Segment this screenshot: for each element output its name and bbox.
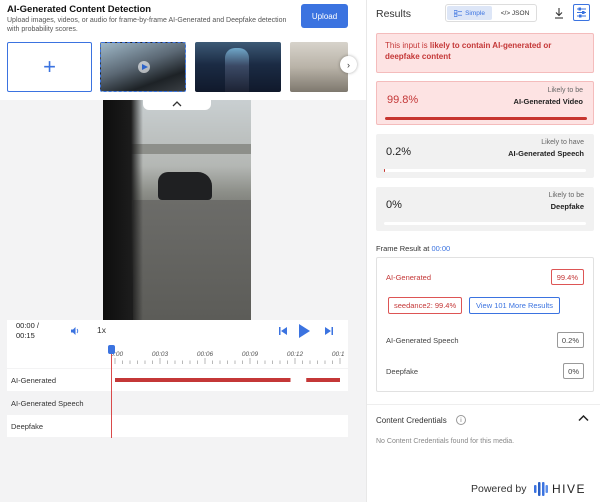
volume-icon[interactable]: [70, 326, 80, 336]
ruler-tick-label: 00:06: [197, 351, 214, 358]
score-label: AI-Generated Video: [513, 97, 583, 106]
skip-forward-icon[interactable]: [324, 326, 334, 336]
view-more-results-button[interactable]: View 101 More Results: [469, 297, 560, 314]
score-bar-fill: [385, 117, 587, 120]
score-bar: [384, 169, 586, 172]
track-label: Deepfake: [11, 422, 44, 431]
upload-section: AI-Generated Content Detection Upload im…: [0, 0, 366, 100]
track-segments[interactable]: [111, 392, 344, 414]
content-credentials-header[interactable]: Content Credentials i: [367, 404, 600, 438]
view-json-tab[interactable]: </> JSON: [493, 6, 537, 20]
download-icon[interactable]: [552, 6, 566, 20]
thumbnail-image-2[interactable]: [195, 42, 281, 92]
view-simple-tab[interactable]: Simple: [447, 6, 492, 20]
chevron-up-icon[interactable]: [578, 414, 589, 422]
model-score-chip: seedance2: 99.4%: [388, 297, 463, 314]
hive-logo-icon: [534, 482, 548, 496]
track-ai-speech: AI-Generated Speech: [7, 392, 348, 414]
detection-segment[interactable]: [306, 378, 340, 382]
time-current: 00:00 /: [16, 321, 39, 330]
chevron-up-icon: [172, 100, 182, 106]
score-likely: Likely to be: [548, 192, 584, 199]
frame-time-link[interactable]: 00:00: [431, 244, 450, 253]
score-card-deepfake: 0% Likely to be Deepfake: [376, 187, 594, 231]
thumbnail-image-3[interactable]: [290, 42, 348, 92]
thumbnail-video-selected[interactable]: [100, 42, 186, 92]
playhead-line: [111, 346, 112, 438]
video-scene-window: [103, 100, 143, 320]
ruler-tick-label: 00:12: [287, 351, 304, 358]
score-card-ai-video: 99.8% Likely to be AI-Generated Video: [376, 81, 594, 125]
content-credentials-text: No Content Credentials found for this me…: [376, 438, 515, 445]
frame-ai-label: AI-Generated: [386, 273, 432, 282]
frame-title-text: Frame Result at: [376, 244, 432, 253]
player-controls: 00:00 / 00:15 1x: [7, 320, 348, 342]
score-value: 99.8%: [387, 94, 419, 106]
sliders-icon: [577, 7, 586, 18]
score-bar: [384, 222, 586, 225]
skip-back-icon[interactable]: [278, 326, 288, 336]
view-simple-label: Simple: [465, 9, 485, 17]
alert-prefix: This input is: [385, 41, 430, 50]
thumbnail-figure: [225, 48, 249, 92]
ruler-tick-label: 00:15: [332, 351, 344, 358]
results-panel: Results Simple </> JSON This input is li…: [366, 0, 600, 502]
detection-segment[interactable]: [115, 378, 291, 382]
app-description: Upload images, videos, or audio for fram…: [7, 17, 287, 33]
app-title: AI-Generated Content Detection: [7, 4, 152, 15]
score-card-ai-speech: 0.2% Likely to have AI-Generated Speech: [376, 134, 594, 178]
track-label: AI-Generated: [11, 376, 57, 385]
video-preview[interactable]: [103, 100, 251, 320]
settings-button[interactable]: [573, 4, 590, 21]
playback-speed[interactable]: 1x: [97, 325, 106, 335]
ruler-tick-label: 00:09: [242, 351, 259, 358]
frame-deepfake-value: 0%: [563, 363, 584, 379]
carousel-next-button[interactable]: ›: [340, 56, 357, 73]
score-label: Deepfake: [550, 202, 584, 211]
track-deepfake: Deepfake: [7, 415, 348, 437]
plus-icon: +: [43, 54, 56, 79]
content-credentials-title: Content Credentials: [376, 416, 447, 425]
collapse-toggle[interactable]: [143, 97, 211, 110]
track-ai-generated: AI-Generated: [7, 369, 348, 391]
play-button[interactable]: [299, 324, 310, 338]
score-label: AI-Generated Speech: [508, 149, 584, 158]
playhead-handle[interactable]: [108, 345, 115, 354]
track-segments[interactable]: [111, 369, 344, 391]
score-likely: Likely to be: [547, 87, 583, 94]
score-value: 0.2%: [386, 146, 412, 158]
frame-speech-label: AI-Generated Speech: [386, 336, 459, 345]
frame-speech-value: 0.2%: [556, 332, 584, 348]
view-toggle: Simple </> JSON: [445, 4, 537, 22]
video-scene-car: [158, 172, 212, 200]
media-panel: AI-Generated Content Detection Upload im…: [0, 0, 366, 502]
time-display: 00:00 / 00:15: [16, 321, 39, 341]
ruler-tick-label: 00:03: [152, 351, 169, 358]
info-icon[interactable]: i: [456, 415, 466, 425]
list-icon: [454, 9, 463, 17]
frame-ai-value: 99.4%: [550, 269, 584, 285]
chevron-right-icon: ›: [347, 59, 350, 70]
detection-timeline: 00:0000:0300:0600:0900:1200:15 AI-Genera…: [7, 342, 348, 438]
play-triangle-icon: [142, 64, 148, 70]
hive-brand: HIVE: [552, 482, 587, 496]
time-ruler[interactable]: 00:0000:0300:0600:0900:1200:15: [111, 348, 344, 364]
score-value: 0%: [386, 199, 402, 211]
add-media-tile[interactable]: +: [7, 42, 92, 92]
verdict-alert: This input is likely to contain AI-gener…: [376, 33, 594, 73]
time-total: 00:15: [16, 331, 35, 340]
upload-button[interactable]: Upload: [301, 4, 348, 28]
video-scene-road: [133, 200, 251, 320]
score-bar: [385, 117, 587, 120]
frame-result-title: Frame Result at 00:00: [376, 244, 450, 253]
track-segments[interactable]: [111, 415, 344, 437]
score-likely: Likely to have: [541, 139, 584, 146]
powered-by-text: Powered by: [471, 483, 527, 495]
track-label: AI-Generated Speech: [11, 399, 84, 408]
frame-result-box: AI-Generated 99.4% seedance2: 99.4% View…: [376, 257, 594, 392]
frame-deepfake-label: Deepfake: [386, 367, 419, 376]
results-title: Results: [376, 8, 412, 20]
